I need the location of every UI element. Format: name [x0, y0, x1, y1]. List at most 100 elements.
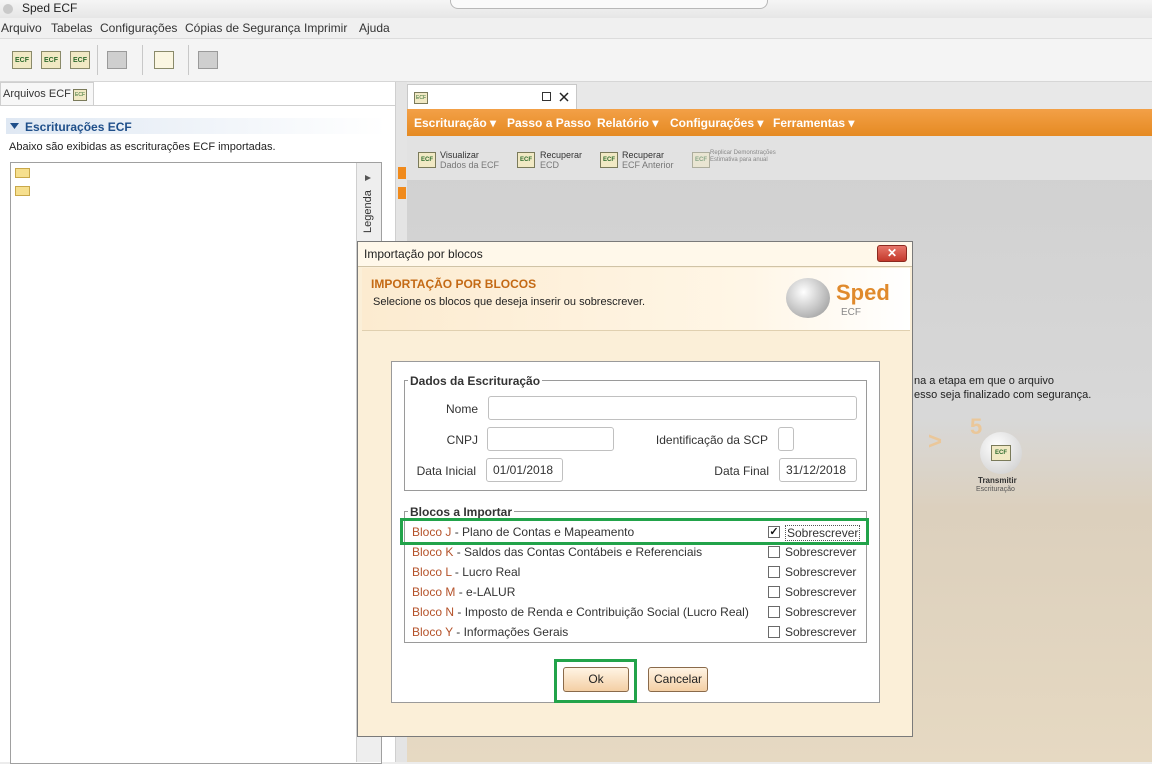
bloco-row: Bloco Y - Informações Gerais [412, 625, 568, 639]
sobrescrever-checkbox-k[interactable] [768, 546, 780, 558]
nome-label: Nome [445, 402, 478, 416]
step-sub: Escrituração [976, 486, 1015, 493]
sobrescrever-label[interactable]: Sobrescrever [785, 545, 856, 559]
tab-arquivos-ecf[interactable]: Arquivos ECF ECF [0, 82, 94, 106]
sobrescrever-checkbox-m[interactable] [768, 586, 780, 598]
recuperar-ecd-icon[interactable]: ECF [517, 152, 535, 168]
step-arrow-icon: > [928, 428, 943, 455]
recuperar-ecf-anterior-button[interactable]: Recuperar ECF Anterior [622, 150, 674, 170]
ecf-new-icon[interactable]: ECF [12, 51, 32, 69]
escrituracoes-header[interactable]: Escriturações ECF [6, 118, 386, 134]
bloco-code: Bloco L [412, 565, 452, 579]
cnpj-label: CNPJ [446, 433, 478, 447]
visualizar-dados-button[interactable]: Visualizar Dados da ECF [440, 150, 499, 170]
recuperar-ecf-line2: ECF Anterior [622, 160, 674, 170]
highlight-ok [554, 659, 637, 703]
escrituracoes-tree[interactable] [10, 162, 382, 764]
data-inicial-label: Data Inicial [416, 464, 476, 478]
sobrescrever-checkbox-l[interactable] [768, 566, 780, 578]
data-inicial-field[interactable]: 01/01/2018 [486, 458, 563, 482]
background-text-2: esso seja finalizado com segurança. [914, 389, 1092, 401]
visualizar-line2: Dados da ECF [440, 160, 500, 170]
sobrescrever-label[interactable]: Sobrescrever [785, 565, 856, 579]
data-final-field[interactable]: 31/12/2018 [779, 458, 857, 482]
recuperar-ecd-button[interactable]: Recuperar ECD [540, 150, 582, 170]
lock-icon[interactable] [107, 51, 127, 69]
collapse-arrow-icon[interactable] [10, 123, 19, 130]
sped-logo-sub: ECF [841, 307, 861, 318]
menu-copias-seguranca[interactable]: Cópias de Segurança [185, 21, 300, 35]
menu-passo-a-passo[interactable]: Passo a Passo [507, 116, 591, 130]
recuperar-ecd-line1: Recuperar [540, 150, 583, 160]
bloco-desc: - Saldos das Contas Contábeis e Referenc… [453, 545, 703, 559]
bloco-desc: - Informações Gerais [452, 625, 569, 639]
bloco-row: Bloco K - Saldos das Contas Contábeis e … [412, 545, 702, 559]
bloco-desc: - Imposto de Renda e Contribuição Social… [454, 605, 749, 619]
nome-field[interactable] [488, 396, 857, 420]
menu-configuracoes-ecf[interactable]: Configurações ▾ [670, 116, 763, 130]
sped-logo: Sped ECF [786, 276, 896, 322]
checklist-edit-icon[interactable] [154, 51, 174, 69]
close-tab-icon[interactable] [559, 92, 569, 102]
menu-ajuda[interactable]: Ajuda [359, 21, 390, 35]
replicar-line2: Estimativa para anual [710, 157, 768, 163]
sobrescrever-label[interactable]: Sobrescrever [785, 605, 856, 619]
maximize-icon[interactable] [542, 92, 551, 101]
scp-field[interactable] [778, 427, 794, 451]
menu-ferramentas[interactable]: Ferramentas ▾ [773, 116, 854, 130]
menu-bar: Arquivo Tabelas Configurações Cópias de … [0, 18, 1152, 39]
menu-escrituracao[interactable]: Escrituração ▾ [414, 116, 496, 130]
folder-icon[interactable] [15, 168, 30, 178]
menu-arquivo[interactable]: Arquivo [1, 21, 42, 35]
app-icon [3, 4, 13, 14]
cnpj-field[interactable] [487, 427, 614, 451]
transmitir-icon[interactable]: ECF [980, 432, 1022, 474]
dados-escrituracao-title: Dados da Escrituração [408, 374, 543, 388]
escrituracoes-title: Escriturações ECF [25, 120, 132, 134]
bloco-code: Bloco M [412, 585, 456, 599]
tab-arquivos-ecf-label: Arquivos ECF [3, 88, 71, 100]
replicar-icon: ECF [692, 152, 710, 168]
background-text-1: na a etapa em que o arquivo [914, 375, 1055, 387]
cancelar-button[interactable]: Cancelar [648, 667, 708, 692]
bloco-code: Bloco K [412, 545, 454, 559]
menu-tabelas[interactable]: Tabelas [51, 21, 92, 35]
expand-right-icon[interactable] [398, 187, 406, 199]
bloco-row: Bloco M - e-LALUR [412, 585, 515, 599]
toolbar-divider [142, 45, 143, 75]
dialog-close-button[interactable]: ✕ [877, 245, 907, 262]
window-grip[interactable] [450, 0, 768, 9]
visualizar-icon[interactable]: ECF [418, 152, 436, 168]
folder-icon[interactable] [15, 186, 30, 196]
menu-imprimir[interactable]: Imprimir [304, 21, 347, 35]
bloco-row: Bloco L - Lucro Real [412, 565, 520, 579]
recuperar-ecd-line2: ECD [540, 160, 560, 170]
legenda-arrow-icon [365, 175, 371, 181]
tab-ecf-document[interactable]: ECF [407, 84, 577, 110]
ecf-import-icon[interactable]: ECF [41, 51, 61, 69]
toolbar-divider [97, 45, 98, 75]
menu-configuracoes[interactable]: Configurações [100, 21, 177, 35]
blocos-importar-title: Blocos a Importar [408, 505, 515, 519]
dialog-title-bar[interactable]: Importação por blocos [358, 242, 912, 267]
step-title: Transmitir [978, 476, 1017, 485]
collapse-left-icon[interactable] [398, 167, 406, 179]
right-menu-bar: Escrituração ▾ Passo a Passo Relatório ▾… [407, 109, 1152, 136]
ecf-tab-icon: ECF [414, 92, 428, 104]
menu-relatorio[interactable]: Relatório ▾ [597, 116, 658, 130]
sobrescrever-checkbox-y[interactable] [768, 626, 780, 638]
toolbar-divider [188, 45, 189, 75]
dialog-header-title: IMPORTAÇÃO POR BLOCOS [371, 277, 537, 291]
sobrescrever-label[interactable]: Sobrescrever [785, 585, 856, 599]
replicar-line1: Replicar Demonstrações [710, 150, 776, 156]
bloco-desc: - e-LALUR [455, 585, 516, 599]
sobrescrever-checkbox-n[interactable] [768, 606, 780, 618]
sped-disc-icon [786, 278, 830, 318]
recuperar-ecf-icon[interactable]: ECF [600, 152, 618, 168]
bloco-code: Bloco Y [412, 625, 453, 639]
ecf-delete-icon[interactable]: ECF [70, 51, 90, 69]
dialog-header-subtitle: Selecione os blocos que deseja inserir o… [373, 296, 646, 308]
print-icon[interactable] [198, 51, 218, 69]
sobrescrever-label[interactable]: Sobrescrever [785, 625, 856, 639]
title-bar: Sped ECF [0, 0, 1152, 18]
